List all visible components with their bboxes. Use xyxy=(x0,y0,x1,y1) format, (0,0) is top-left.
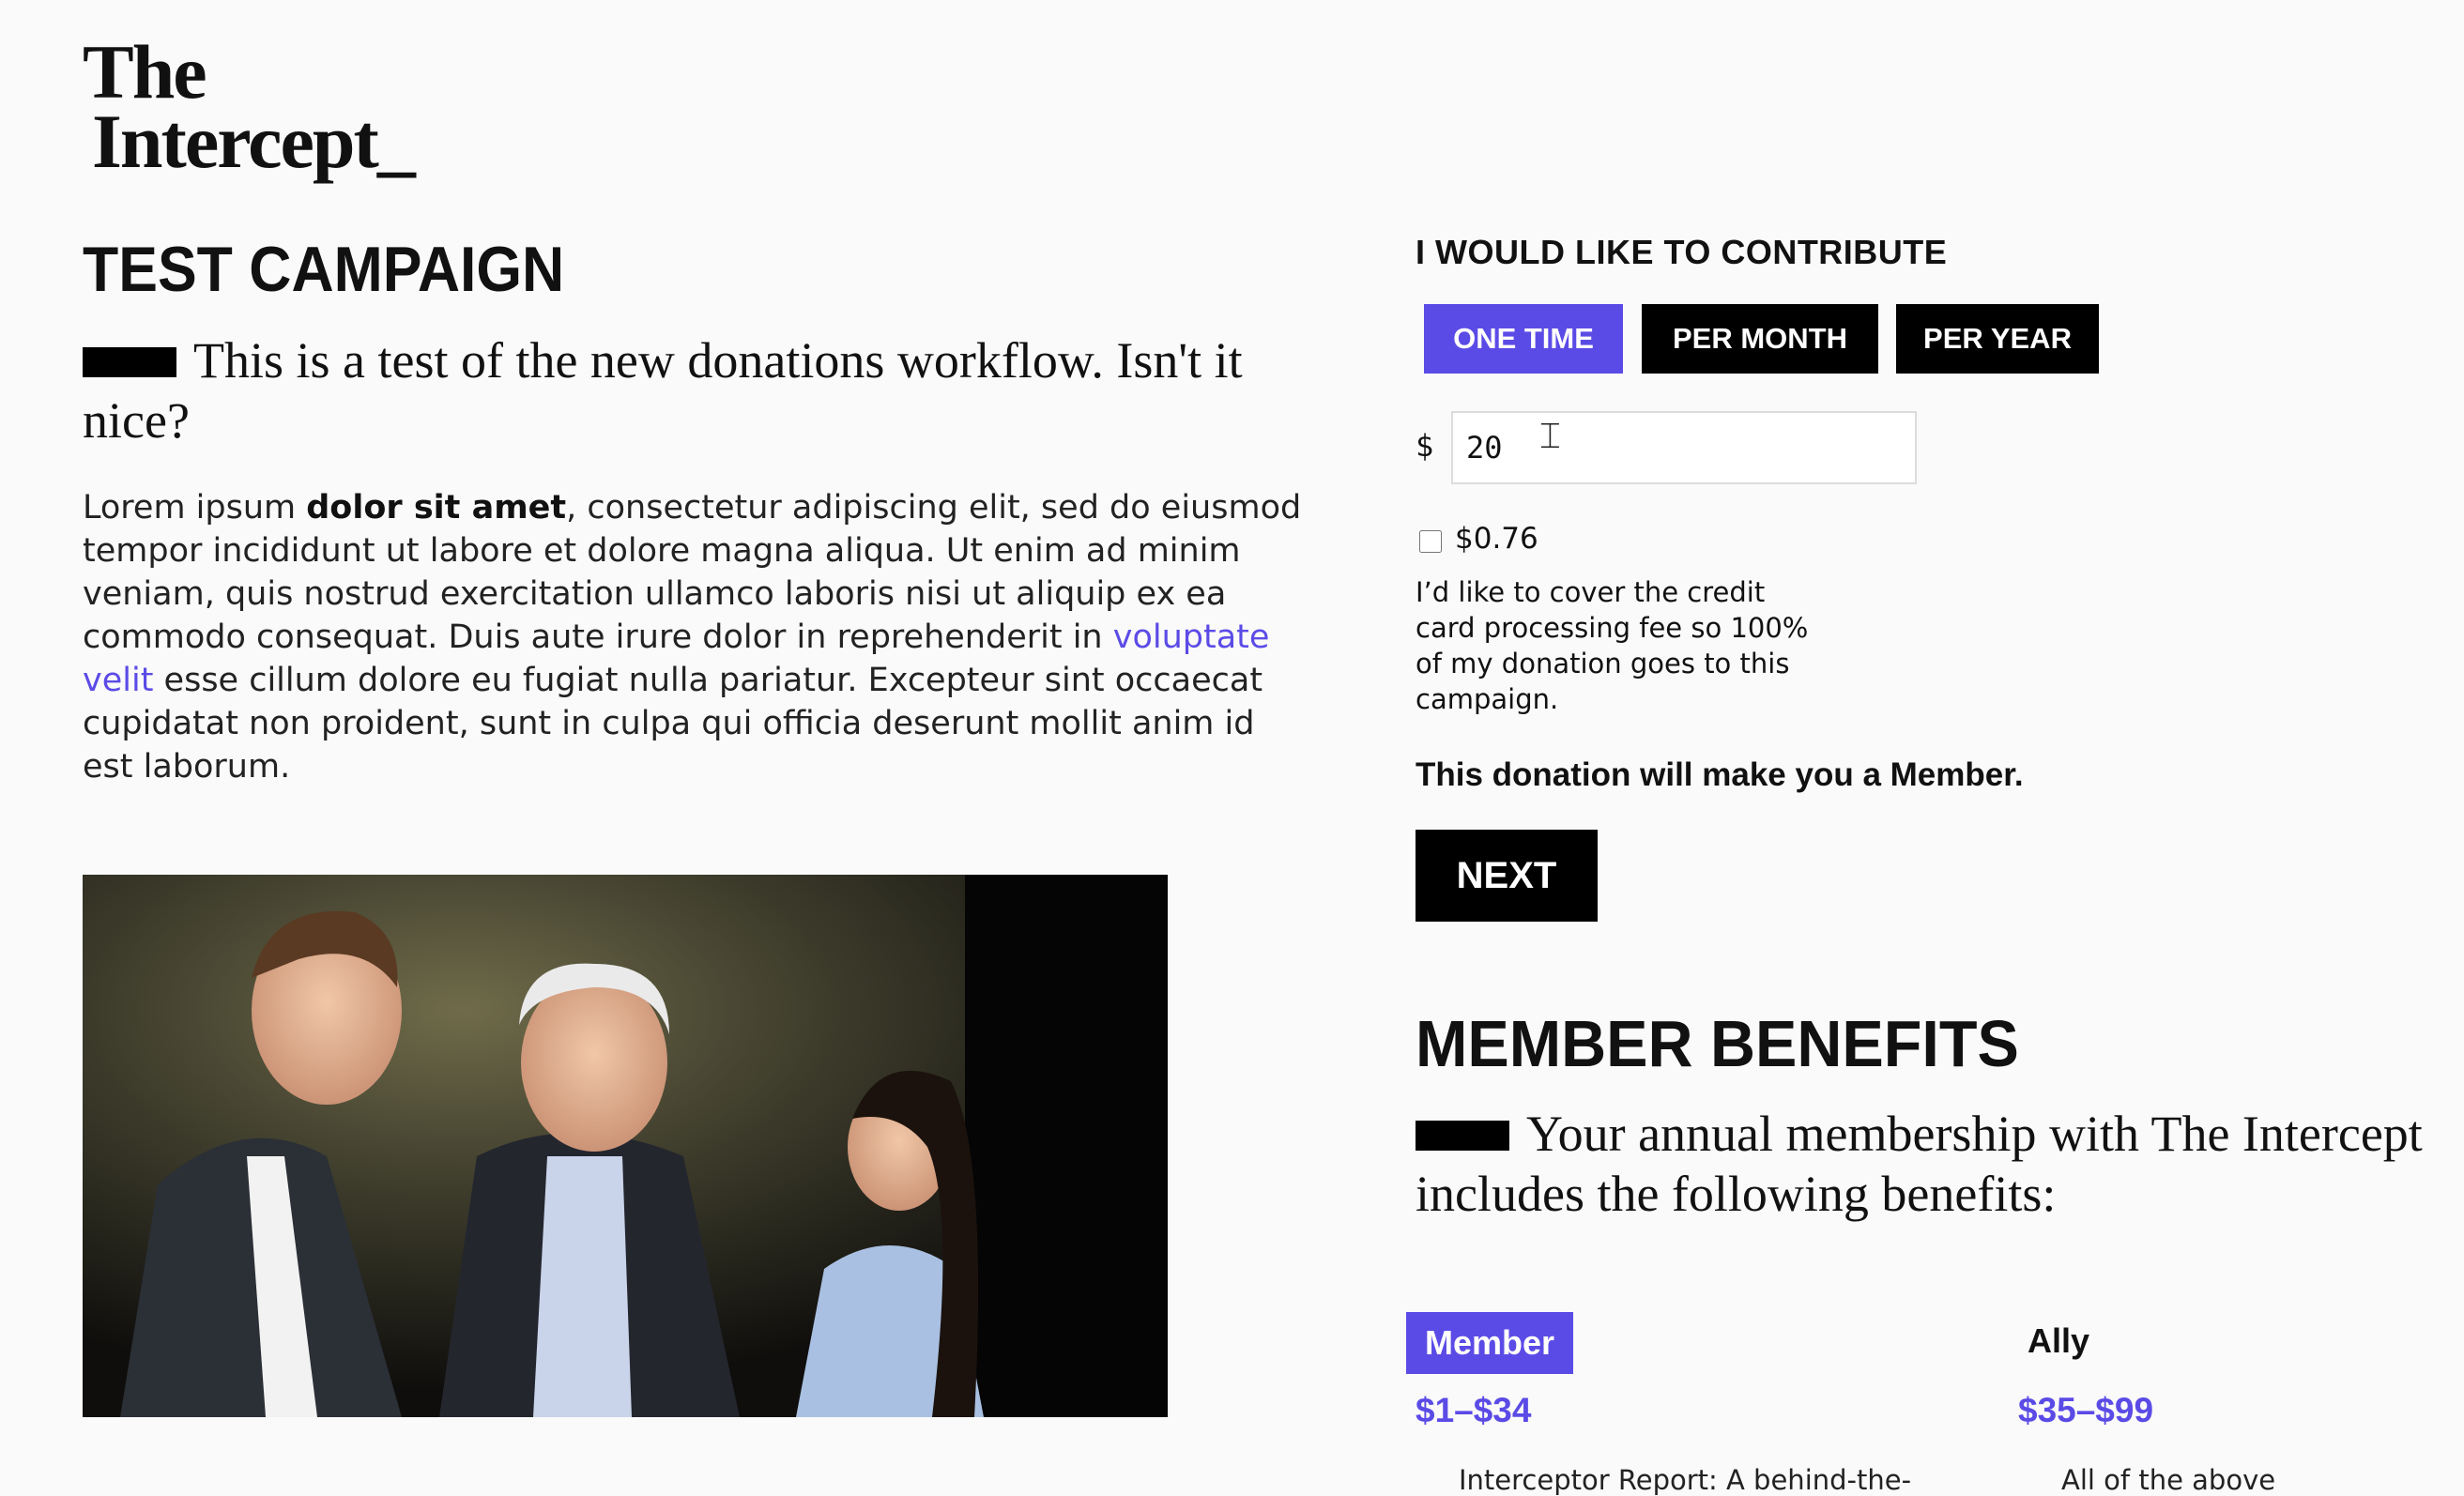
frequency-one-time-button[interactable]: ONE TIME xyxy=(1424,304,1623,374)
fee-description: I’d like to cover the credit card proces… xyxy=(1416,576,1809,715)
frequency-per-year-button[interactable]: PER YEAR xyxy=(1896,304,2099,374)
body-bold-text: dolor sit amet xyxy=(306,489,567,527)
cover-fee-checkbox[interactable] xyxy=(1419,530,1442,553)
contribute-heading: I WOULD LIKE TO CONTRIBUTE xyxy=(1416,233,1948,271)
campaign-body: Lorem ipsum dolor sit amet, consectetur … xyxy=(83,486,1303,788)
campaign-photo xyxy=(83,875,1168,1417)
tier-ally-description: All of the above xyxy=(2061,1464,2276,1496)
benefits-bar-decoration xyxy=(1416,1121,1509,1151)
tier-ally-name: Ally xyxy=(2028,1321,2090,1360)
tier-ally-range: $35–$99 xyxy=(2018,1391,2154,1429)
logo-line-2: Intercept_ xyxy=(92,98,416,184)
campaign-intro-text: This is a test of the new donations work… xyxy=(83,332,1243,449)
body-text-3: esse cillum dolore eu fugiat nulla paria… xyxy=(83,662,1263,786)
member-note: This donation will make you a Member. xyxy=(1416,756,2024,793)
benefits-intro: Your annual membership with The Intercep… xyxy=(1416,1104,2429,1224)
benefits-intro-text: Your annual membership with The Intercep… xyxy=(1416,1106,2423,1222)
logo-line-1: The xyxy=(83,29,207,114)
campaign-intro: This is a test of the new donations work… xyxy=(83,330,1303,450)
body-text-1: Lorem ipsum xyxy=(83,489,307,527)
text-cursor-icon: ⌶ xyxy=(1539,415,1561,456)
amount-input[interactable] xyxy=(1451,411,1917,484)
next-button[interactable]: NEXT xyxy=(1416,830,1598,922)
tier-member-range: $1–$34 xyxy=(1416,1391,1532,1429)
currency-symbol: $ xyxy=(1416,428,1434,464)
site-logo[interactable]: The Intercept_ xyxy=(83,29,416,184)
fee-amount: $0.76 xyxy=(1455,522,1538,556)
tier-member-badge: Member xyxy=(1406,1312,1574,1374)
intro-bar-decoration xyxy=(83,347,176,377)
frequency-per-month-button[interactable]: PER MONTH xyxy=(1642,304,1878,374)
tier-member-description: Interceptor Report: A behind-the- xyxy=(1459,1464,1912,1496)
campaign-title: TEST CAMPAIGN xyxy=(83,234,565,305)
benefits-heading: MEMBER BENEFITS xyxy=(1416,1007,2019,1080)
